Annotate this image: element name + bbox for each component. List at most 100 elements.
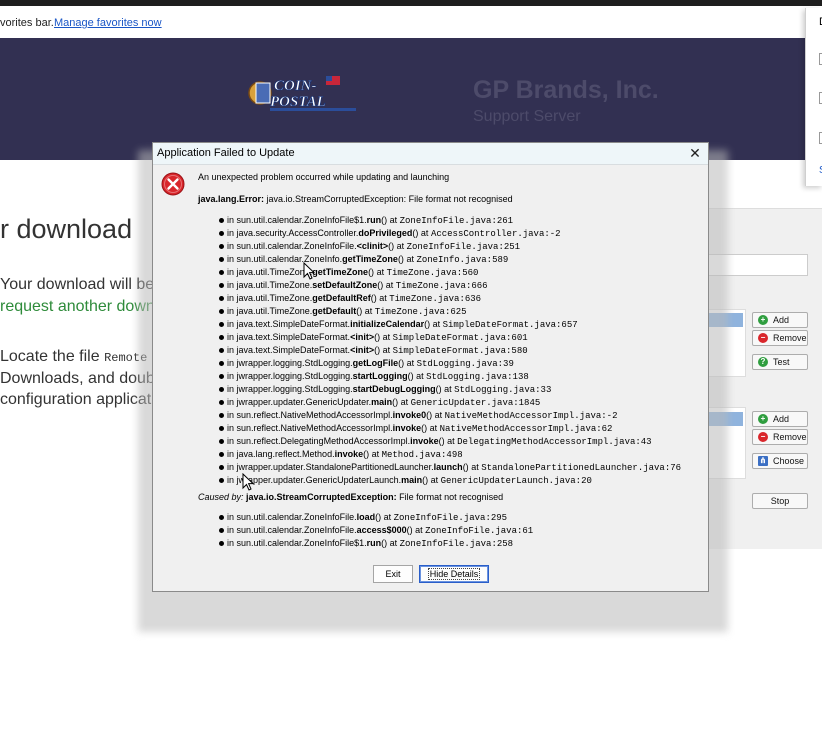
logo-word-postal: POSTAL — [270, 94, 326, 110]
exit-button-label: Exit — [385, 569, 401, 579]
frame-at: at — [444, 436, 458, 446]
cause-prefix: Caused by: — [198, 492, 247, 502]
frame-package: java.lang.reflect.Method. — [236, 449, 335, 459]
frame-location: ZoneInfoFile.java:61 — [425, 526, 534, 536]
stack-frame: in sun.util.calendar.ZoneInfoFile.load()… — [218, 511, 533, 524]
frame-in: in — [227, 241, 237, 251]
stack-frame: in java.util.TimeZone.setDefaultZone() a… — [218, 279, 681, 292]
choose-icon: ⋔ — [758, 456, 768, 466]
frame-in: in — [227, 397, 237, 407]
add-button[interactable]: + Add — [752, 312, 808, 328]
stack-trace-list: in sun.util.calendar.ZoneInfoFile$1.run(… — [218, 214, 682, 487]
favorites-bar: vorites bar. Manage favorites now — [0, 6, 822, 38]
frame-in: in — [227, 228, 237, 238]
test-button-label: Test — [773, 357, 790, 367]
stack-frame: in java.security.AccessController.doPriv… — [218, 227, 681, 240]
frame-method: invoke — [392, 423, 422, 433]
remove-button-label: Remove — [773, 333, 807, 343]
add-button[interactable]: + Add — [752, 411, 808, 427]
frame-location: GenericUpdaterLaunch.java:20 — [440, 476, 592, 486]
frame-at: at — [369, 449, 382, 459]
stack-frame: in sun.util.calendar.ZoneInfoFile.<clini… — [218, 240, 681, 253]
hide-details-button[interactable]: Hide Details — [419, 565, 489, 583]
frame-method: run — [366, 538, 382, 548]
frame-package: jwrapper.updater.GenericUpdater. — [236, 397, 372, 407]
remove-button[interactable]: − Remove — [752, 429, 808, 445]
frame-at: at — [381, 512, 394, 522]
cause-summary: Caused by: java.io.StreamCorruptedExcept… — [198, 492, 503, 502]
frame-package: java.text.SimpleDateFormat. — [236, 345, 351, 355]
exit-button[interactable]: Exit — [373, 565, 413, 583]
remove-icon: − — [758, 432, 768, 442]
close-icon[interactable]: ✕ — [687, 144, 703, 162]
cause-detail: File format not recognised — [396, 492, 504, 502]
frame-method: <clinit> — [356, 241, 389, 251]
frame-in: in — [227, 475, 237, 485]
frame-method: getDefault — [312, 306, 357, 316]
stack-frame: in sun.util.calendar.ZoneInfoFile$1.run(… — [218, 214, 681, 227]
test-button[interactable]: ? Test — [752, 354, 808, 370]
frame-method: launch — [433, 462, 463, 472]
frame-at: at — [412, 525, 426, 535]
frame-package: java.text.SimpleDateFormat. — [236, 332, 351, 342]
frame-location: SimpleDateFormat.java:580 — [392, 346, 528, 356]
frame-package: java.util.TimeZone. — [236, 267, 313, 277]
choose-button-label: Choose — [773, 456, 805, 466]
add-icon: + — [758, 315, 768, 325]
stop-button-label: Stop — [770, 496, 790, 506]
dialog-titlebar[interactable]: Application Failed to Update ✕ — [153, 143, 708, 165]
frame-in: in — [227, 332, 237, 342]
manage-favorites-link[interactable]: Manage favorites now — [54, 17, 162, 29]
frame-at: at — [404, 358, 417, 368]
frame-package: jwrapper.logging.StdLogging. — [236, 371, 353, 381]
coin-postal-logo: COIN- POSTAL — [248, 76, 356, 111]
stack-frame: in java.lang.reflect.Method.invoke() at … — [218, 448, 681, 461]
locate-file-label: Locate the file — [0, 348, 105, 365]
remove-button[interactable]: − Remove — [752, 330, 808, 346]
stack-frame: in sun.util.calendar.ZoneInfoFile$1.run(… — [218, 537, 533, 550]
frame-package: sun.util.calendar.ZoneInfoFile. — [236, 525, 357, 535]
frame-at: at — [362, 306, 375, 316]
add-button-label: Add — [773, 414, 790, 424]
frame-method: <init> — [350, 345, 375, 355]
frame-in: in — [227, 410, 237, 420]
frame-location: TimeZone.java:625 — [374, 307, 467, 317]
page-heading: r download — [0, 214, 133, 244]
frame-package: java.util.TimeZone. — [236, 306, 313, 316]
stack-frame: in jwrapper.updater.StandalonePartitione… — [218, 461, 682, 474]
frame-method: load — [356, 512, 376, 522]
add-icon: + — [758, 414, 768, 424]
frame-method: startDebugLogging — [352, 384, 436, 394]
frame-method: run — [366, 215, 382, 225]
download-text: Your download will be — [0, 276, 155, 293]
frame-method: getDefaultRef — [312, 293, 371, 303]
request-another-link[interactable]: request another down — [0, 298, 155, 316]
frame-location: AccessController.java:-2 — [430, 229, 561, 239]
mouse-cursor-icon — [242, 473, 254, 491]
stack-frame: in java.util.TimeZone.getDefault() at Ti… — [218, 305, 681, 318]
stack-frame: in java.util.TimeZone.getTimeZone() at T… — [218, 266, 681, 279]
frame-location: DelegatingMethodAccessorImpl.java:43 — [457, 437, 652, 447]
choose-button[interactable]: ⋔ Choose — [752, 453, 808, 469]
stack-frame: in jwrapper.logging.StdLogging.getLogFil… — [218, 357, 681, 370]
frame-in: in — [227, 306, 237, 316]
frame-location: StandalonePartitionedLauncher.java:76 — [481, 463, 682, 473]
error-detail: java.io.StreamCorruptedException: File f… — [264, 194, 513, 204]
frame-location: Method.java:498 — [381, 450, 463, 460]
frame-method: setDefaultZone — [312, 280, 378, 290]
error-type: java.lang.Error: — [198, 194, 265, 204]
frame-at: at — [374, 267, 387, 277]
stack-frame: in sun.util.calendar.ZoneInfo.getTimeZon… — [218, 253, 681, 266]
frame-package: sun.util.calendar.ZoneInfoFile. — [236, 512, 357, 522]
frame-method: invoke — [334, 449, 364, 459]
frame-at: at — [376, 293, 390, 303]
stack-frame: in jwrapper.logging.StdLogging.startLogg… — [218, 370, 681, 383]
stop-button[interactable]: Stop — [752, 493, 808, 509]
frame-location: ZoneInfoFile.java:258 — [399, 539, 514, 549]
frame-method: getTimeZone — [342, 254, 398, 264]
frame-location: TimeZone.java:666 — [395, 281, 488, 291]
stack-frame: in java.text.SimpleDateFormat.<init>() a… — [218, 331, 681, 344]
frame-in: in — [227, 436, 237, 446]
frame-package: jwrapper.updater.GenericUpdaterLaunch. — [236, 475, 402, 485]
frame-package: java.text.SimpleDateFormat. — [236, 319, 351, 329]
